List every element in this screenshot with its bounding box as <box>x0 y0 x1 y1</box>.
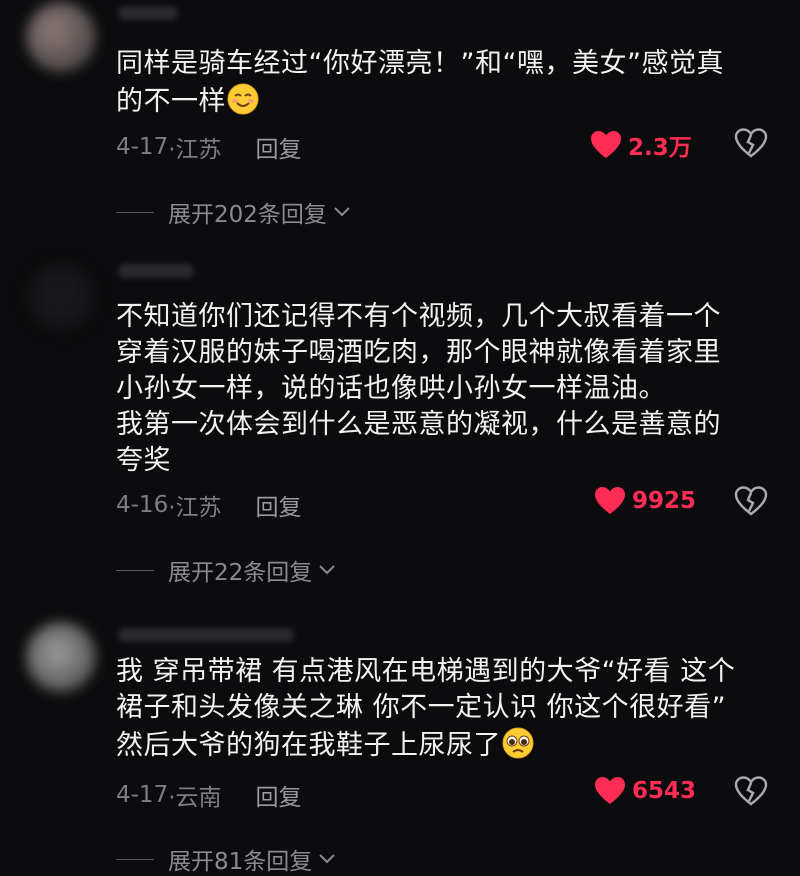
chevron-down-icon <box>319 854 335 864</box>
comment-text: 同样是骑车经过“你好漂亮！”和“嘿，美女”感觉真 的不一样 <box>116 46 776 126</box>
like-count: 6543 <box>632 778 697 804</box>
expand-replies-label: 展开202条回复 <box>168 202 327 228</box>
like-count: 2.3万 <box>628 135 692 161</box>
heart-icon <box>595 777 625 804</box>
username[interactable] <box>118 628 294 642</box>
expand-replies[interactable]: 展开202条回复 <box>116 195 351 229</box>
divider <box>116 569 154 571</box>
heart-icon <box>595 487 625 514</box>
divider <box>116 211 154 213</box>
avatar[interactable] <box>26 622 96 692</box>
divider <box>116 858 154 860</box>
comment-meta: 4-17 ·云南 回复 <box>116 778 302 812</box>
avatar[interactable] <box>26 2 96 72</box>
comment-text: 我 穿吊带裙 有点港风在电梯遇到的大爷“好看 这个 裙子和头发像关之琳 你不一定… <box>116 654 776 770</box>
username[interactable] <box>118 6 178 20</box>
chevron-down-icon <box>334 207 350 217</box>
reply-button[interactable]: 回复 <box>256 488 302 522</box>
smiling-face-icon <box>226 82 260 126</box>
dislike-icon[interactable] <box>734 776 768 806</box>
like-count: 9925 <box>632 488 697 514</box>
reply-button[interactable]: 回复 <box>256 778 302 812</box>
heart-icon <box>591 131 621 158</box>
comment-meta: 4-16 ·江苏 回复 <box>116 488 302 522</box>
comment-text: 不知道你们还记得不有个视频，几个大叔看着一个 穿着汉服的妹子喝酒吃肉，那个眼神就… <box>116 301 721 476</box>
dislike-icon[interactable] <box>734 486 768 516</box>
dislike-icon[interactable] <box>734 128 768 158</box>
comment-date: 4-17 <box>116 782 169 808</box>
comment-location: ·江苏 <box>168 495 222 521</box>
comment-meta: 4-17 ·江苏 回复 <box>116 130 302 164</box>
chevron-down-icon <box>319 565 335 575</box>
comment-location: ·江苏 <box>168 137 222 163</box>
expand-replies[interactable]: 展开22条回复 <box>116 553 336 587</box>
like-button[interactable]: 9925 <box>594 486 696 516</box>
expand-replies-label: 展开22条回复 <box>168 560 313 586</box>
comment-date: 4-17 <box>116 134 169 160</box>
comment-date: 4-16 <box>116 492 169 518</box>
reply-button[interactable]: 回复 <box>256 130 302 164</box>
like-button[interactable]: 6543 <box>594 776 696 806</box>
like-button[interactable]: 2.3万 <box>590 128 692 162</box>
expand-replies[interactable]: 展开81条回复 <box>116 842 336 876</box>
pleading-face-icon <box>501 726 535 770</box>
comment-location: ·云南 <box>168 785 222 811</box>
username[interactable] <box>118 264 194 278</box>
expand-replies-label: 展开81条回复 <box>168 849 313 875</box>
avatar[interactable] <box>26 262 96 332</box>
